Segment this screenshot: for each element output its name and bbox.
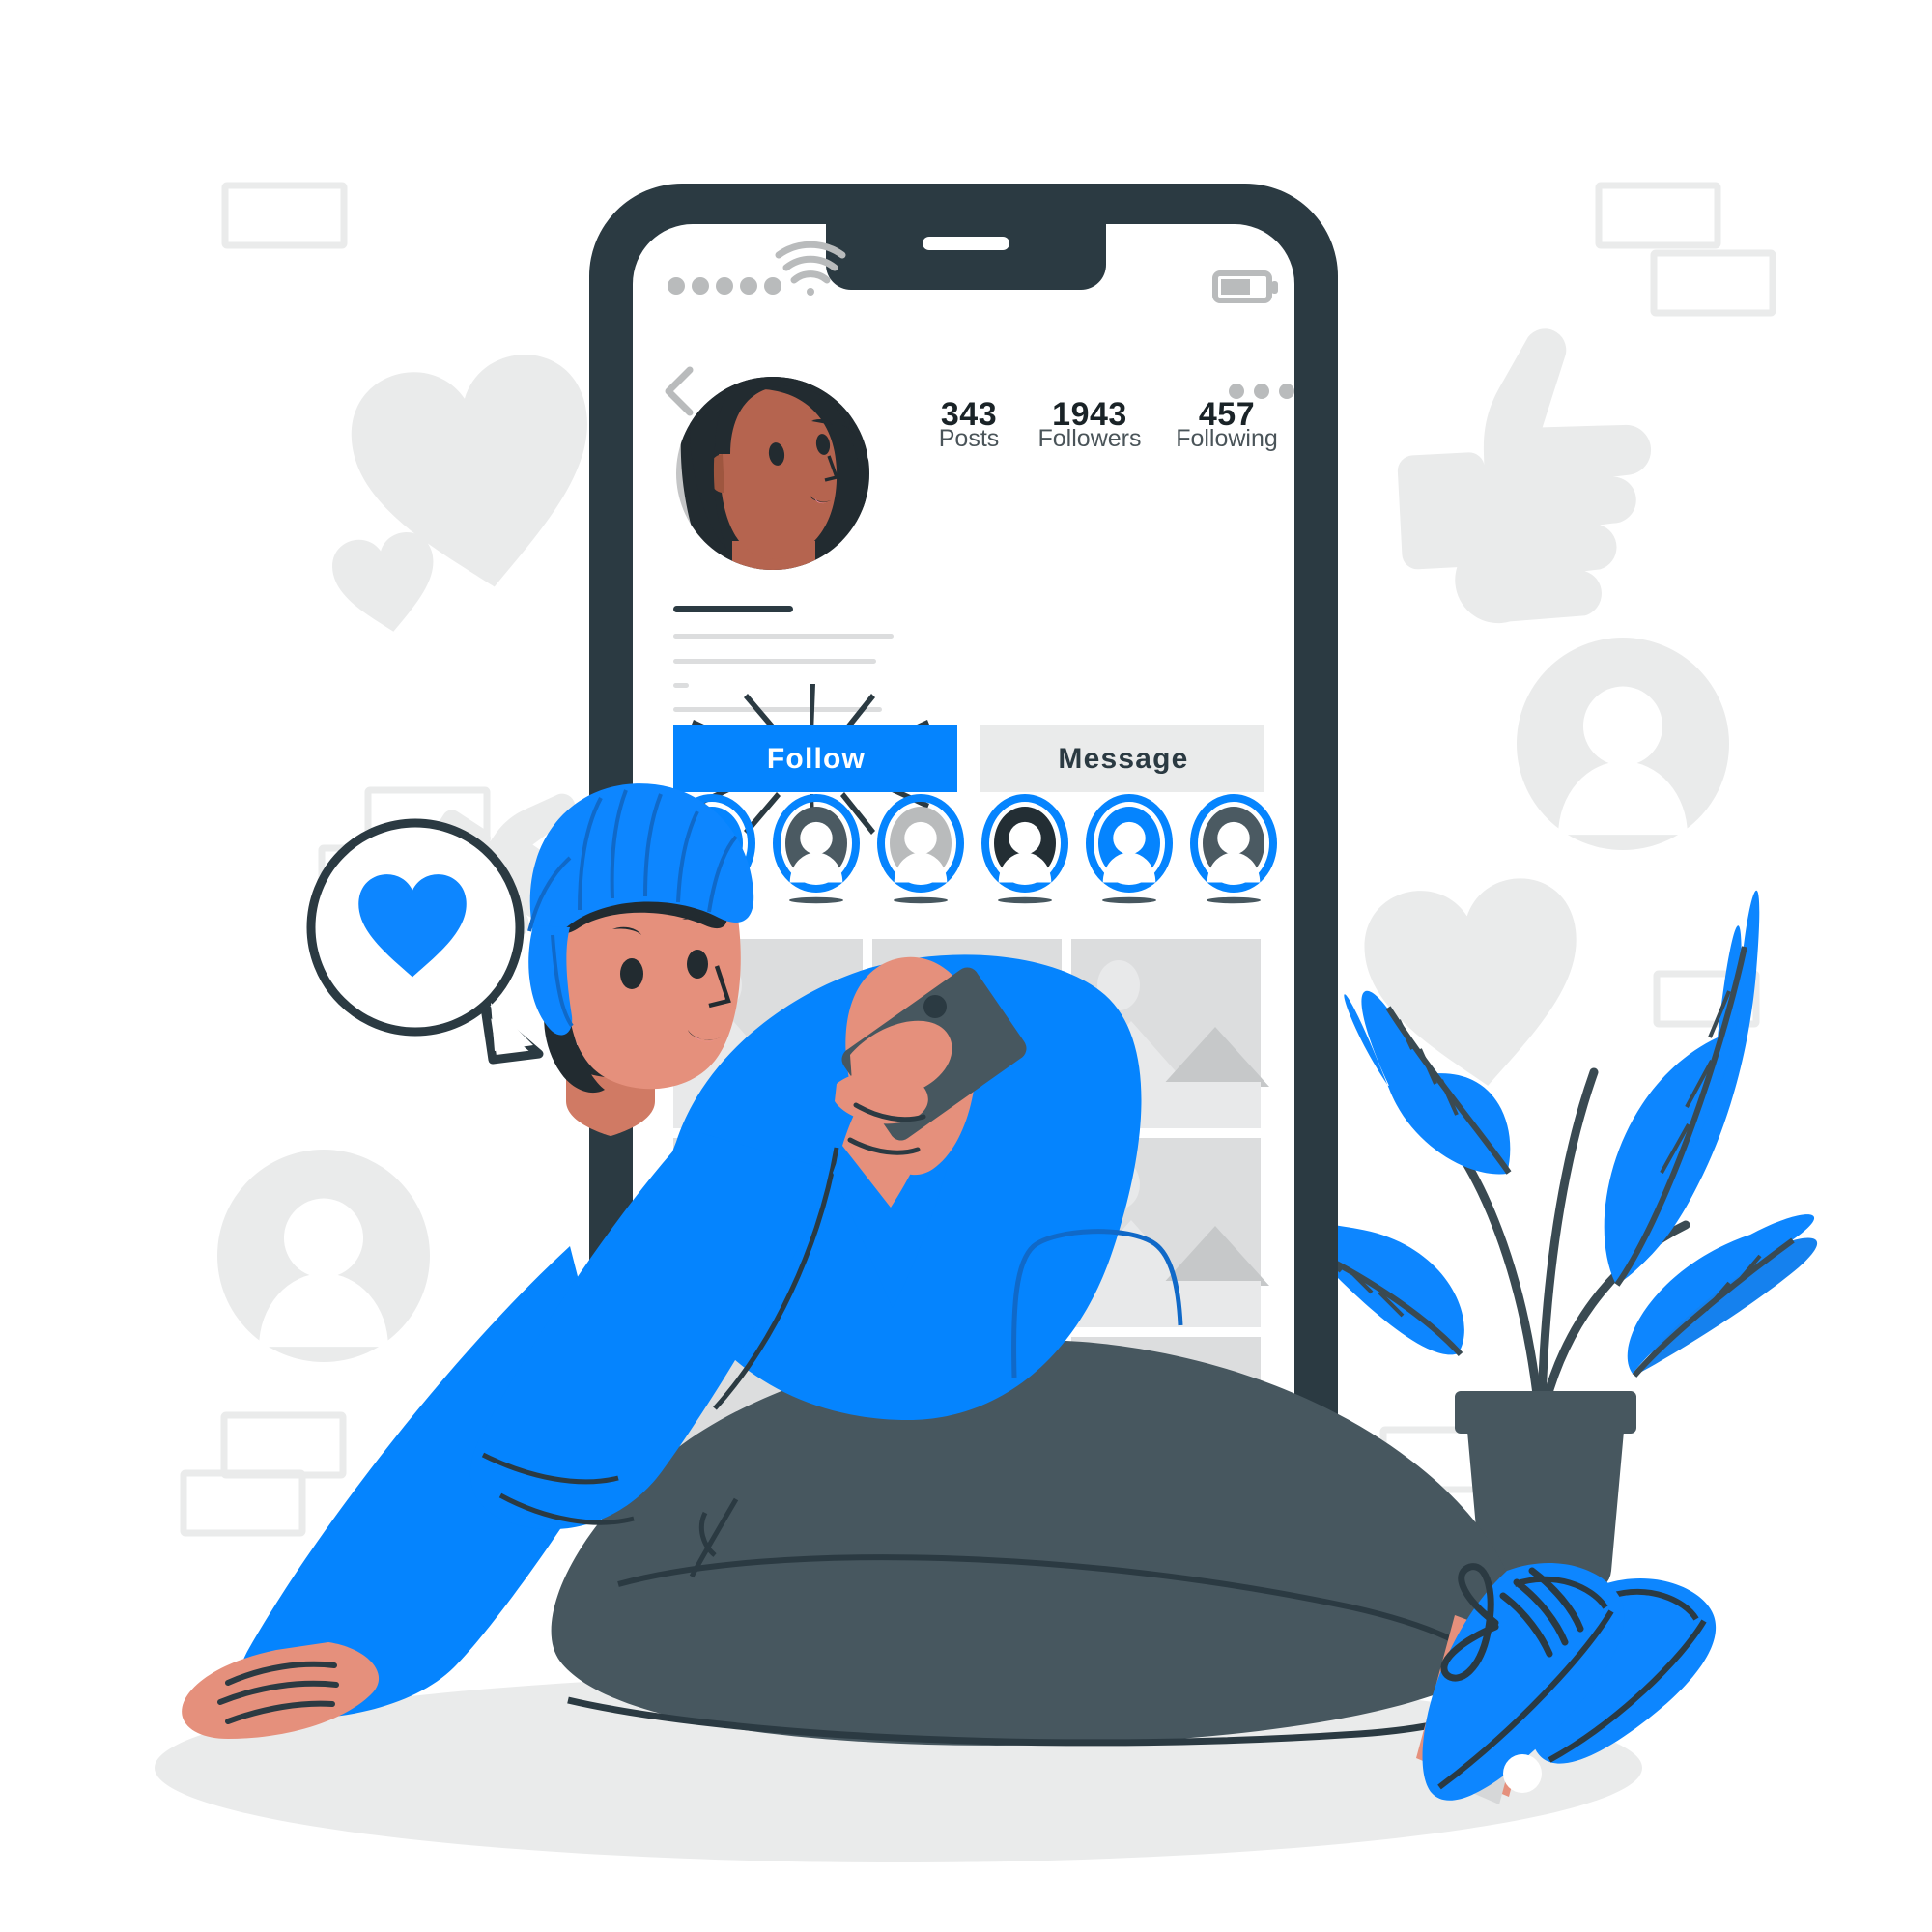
character-head xyxy=(527,783,754,1094)
character-person xyxy=(155,783,1717,1862)
shoe-logo-dot xyxy=(1503,1754,1542,1793)
illustration-canvas: 343 Posts 1943 Followers 457 Following F… xyxy=(0,0,1932,1932)
phone-camera-dot xyxy=(923,995,947,1018)
